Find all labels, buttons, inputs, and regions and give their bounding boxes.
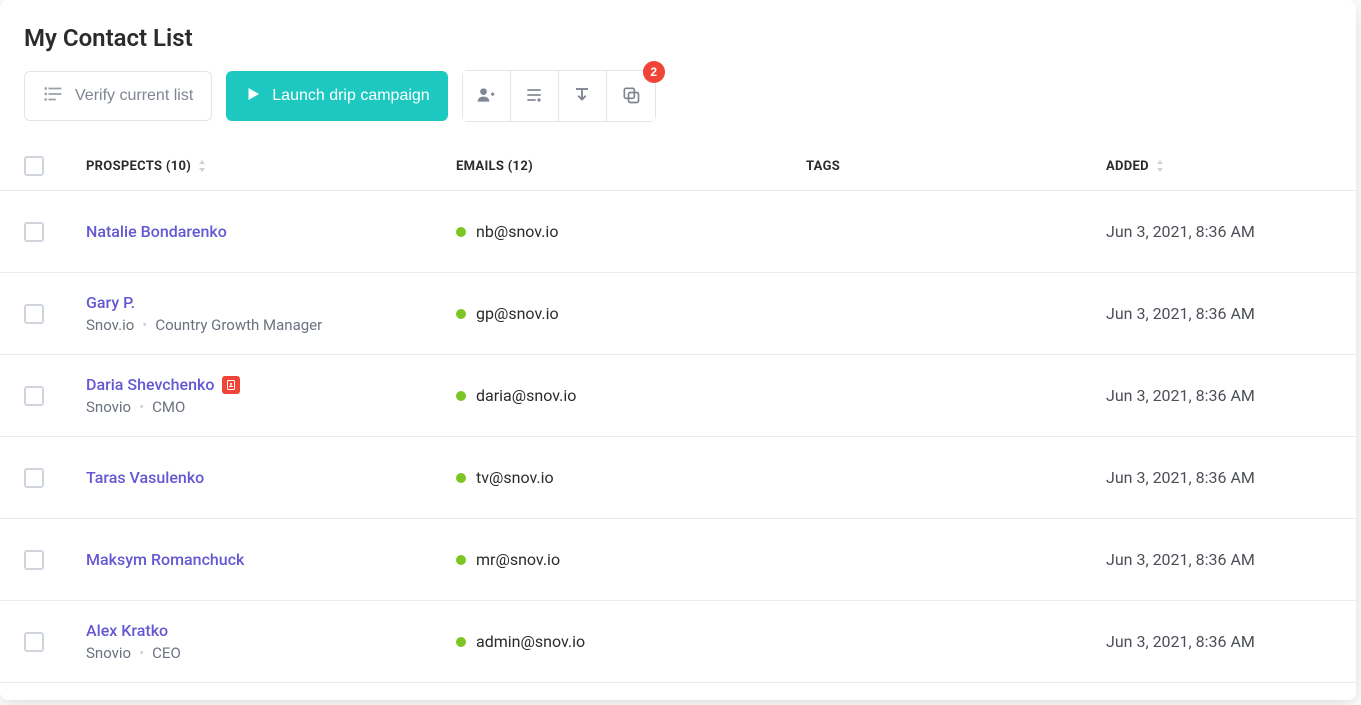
email-cell: tv@snov.io <box>456 468 806 487</box>
status-dot-icon <box>456 473 466 483</box>
add-to-list-button[interactable] <box>511 71 559 121</box>
prospect-subtitle: Snovio•CMO <box>86 398 456 416</box>
launch-campaign-button[interactable]: Launch drip campaign <box>226 71 447 121</box>
added-cell: Jun 3, 2021, 8:36 AM <box>1106 222 1332 241</box>
email-cell: daria@snov.io <box>456 386 806 405</box>
email-cell: gp@snov.io <box>456 304 806 323</box>
verify-list-icon <box>43 83 65 110</box>
emails-column-header: EMAILS (12) <box>456 159 806 174</box>
status-dot-icon <box>456 637 466 647</box>
status-dot-icon <box>456 309 466 319</box>
page-title: My Contact List <box>24 24 1332 52</box>
table-row: Maksym Romanchuck mr@snov.io Jun 3, 2021, … <box>0 519 1356 601</box>
duplicate-button[interactable]: 2 <box>607 71 655 121</box>
play-icon <box>244 85 262 108</box>
prospect-subtitle: Snovio•CEO <box>86 644 456 662</box>
prospects-column-header[interactable]: PROSPECTS (10) <box>86 159 456 174</box>
copy-icon <box>621 85 641 108</box>
sort-icon <box>197 160 207 172</box>
row-checkbox[interactable] <box>24 222 44 242</box>
launch-campaign-label: Launch drip campaign <box>272 87 429 105</box>
status-dot-icon <box>456 227 466 237</box>
duplicate-badge: 2 <box>643 61 665 83</box>
list-add-icon <box>524 85 544 108</box>
table-row: Alex Kratko Snovio•CEOadmin@snov.io Jun 3,… <box>0 601 1356 683</box>
sort-icon <box>1155 160 1165 172</box>
row-checkbox[interactable] <box>24 304 44 324</box>
added-cell: Jun 3, 2021, 8:36 AM <box>1106 386 1332 405</box>
table-header: PROSPECTS (10) EMAILS (12) TAGS ADDED <box>0 142 1356 191</box>
prospect-name-link[interactable]: Alex Kratko <box>86 621 168 640</box>
table-row: Natalie Bondarenko nb@snov.io Jun 3, 2021,… <box>0 191 1356 273</box>
download-button[interactable] <box>559 71 607 121</box>
verify-list-label: Verify current list <box>75 87 193 105</box>
status-dot-icon <box>456 555 466 565</box>
add-person-button[interactable] <box>463 71 511 121</box>
row-checkbox[interactable] <box>24 632 44 652</box>
select-all-checkbox[interactable] <box>24 156 44 176</box>
row-checkbox[interactable] <box>24 468 44 488</box>
prospect-name-link[interactable]: Maksym Romanchuck <box>86 550 244 569</box>
added-cell: Jun 3, 2021, 8:36 AM <box>1106 632 1332 651</box>
added-cell: Jun 3, 2021, 8:36 AM <box>1106 550 1332 569</box>
row-checkbox[interactable] <box>24 386 44 406</box>
prospect-name-link[interactable]: Taras Vasulenko <box>86 468 204 487</box>
prospect-name-link[interactable]: Gary P. <box>86 293 135 312</box>
added-cell: Jun 3, 2021, 8:36 AM <box>1106 304 1332 323</box>
prospect-subtitle: Snov.io•Country Growth Manager <box>86 316 456 334</box>
email-cell: mr@snov.io <box>456 550 806 569</box>
verify-list-button[interactable]: Verify current list <box>24 71 212 121</box>
tags-column-header: TAGS <box>806 159 1106 174</box>
added-cell: Jun 3, 2021, 8:36 AM <box>1106 468 1332 487</box>
row-checkbox[interactable] <box>24 550 44 570</box>
table-row: Daria Shevchenko Snovio•CMOdaria@snov.io J… <box>0 355 1356 437</box>
download-icon <box>573 86 591 107</box>
prospect-name-link[interactable]: Natalie Bondarenko <box>86 222 227 241</box>
email-cell: admin@snov.io <box>456 632 806 651</box>
person-add-icon <box>476 85 496 108</box>
table-row: Taras Vasulenko tv@snov.io Jun 3, 2021, 8:… <box>0 437 1356 519</box>
added-column-header[interactable]: ADDED <box>1106 159 1332 174</box>
prospect-name-link[interactable]: Daria Shevchenko <box>86 375 240 394</box>
status-dot-icon <box>456 391 466 401</box>
email-cell: nb@snov.io <box>456 222 806 241</box>
contact-badge-icon <box>222 376 240 394</box>
table-row: Gary P. Snov.io•Country Growth Managergp@… <box>0 273 1356 355</box>
